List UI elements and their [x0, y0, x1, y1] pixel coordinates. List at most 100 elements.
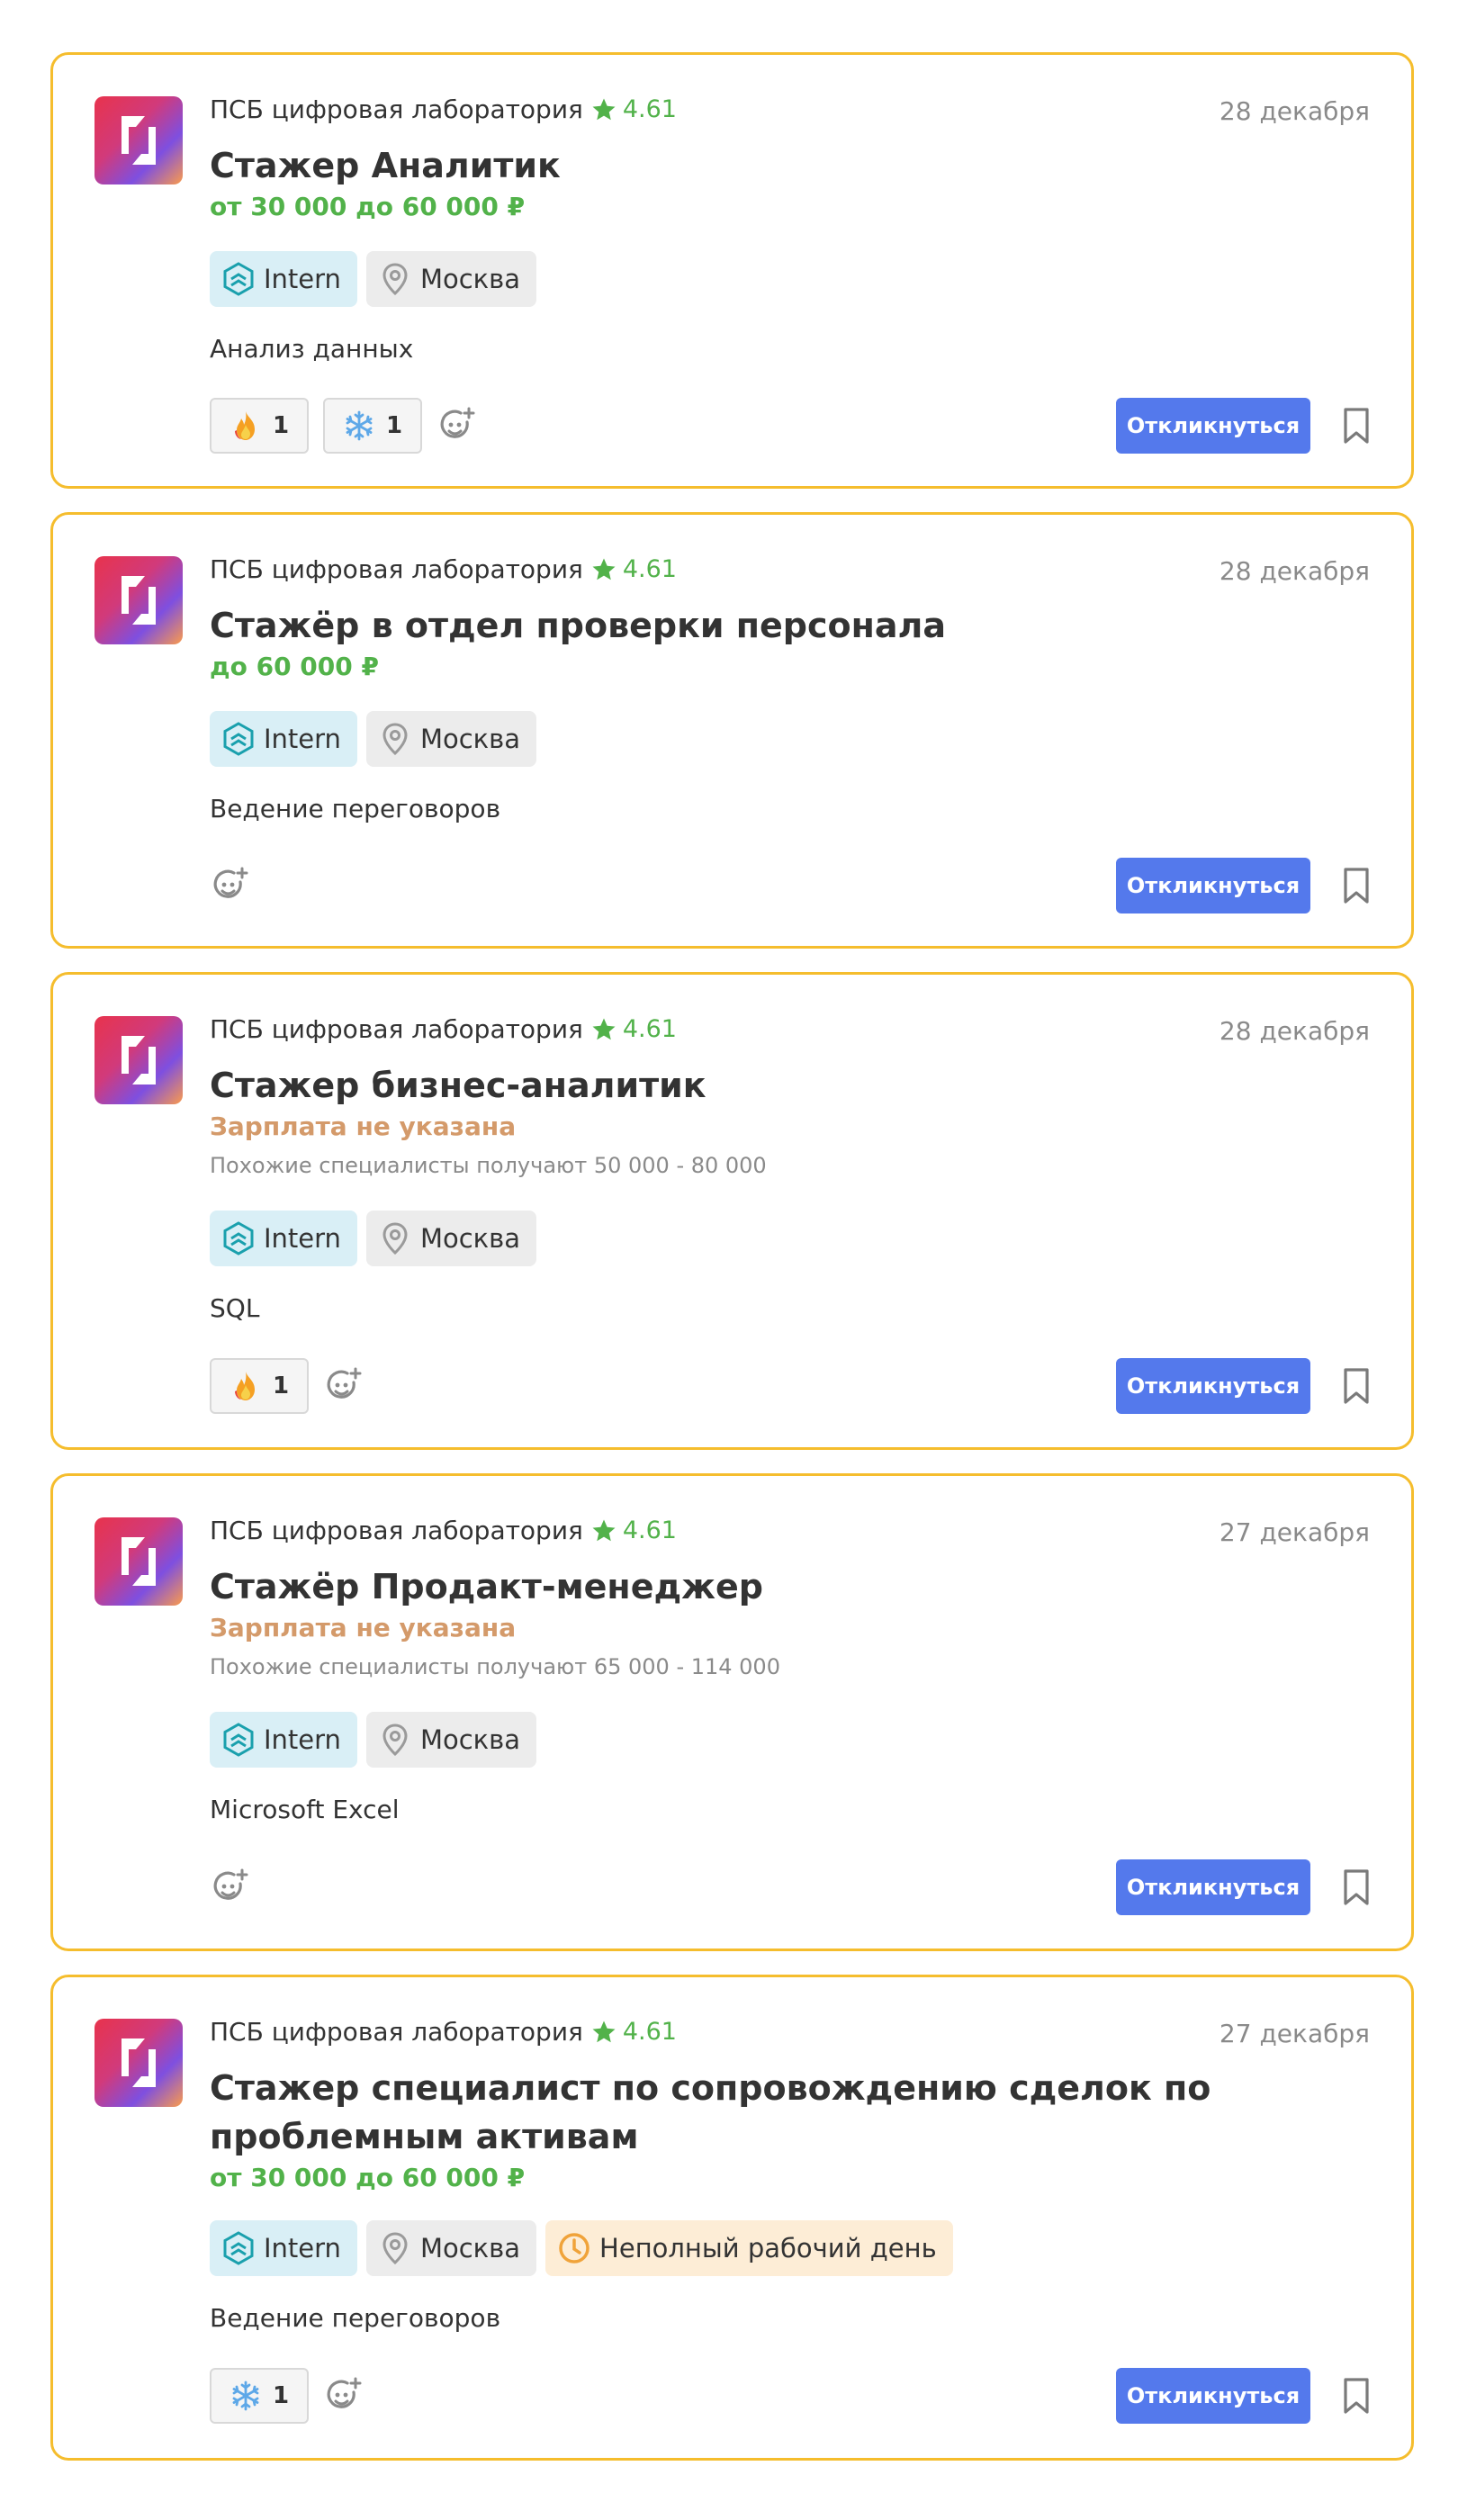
reaction-snowflake-button[interactable]: 1 — [323, 398, 422, 454]
reaction-fire-button[interactable]: 1 — [210, 398, 309, 454]
apply-button[interactable]: Откликнуться — [1116, 398, 1310, 454]
add-reaction-button[interactable] — [323, 1365, 364, 1407]
vacancy-card[interactable]: ПСБ цифровая лаборатория 4.61 28 декабря… — [50, 972, 1414, 1450]
vacancy-title[interactable]: Стажёр в отдел проверки персонала — [210, 601, 1344, 650]
tag-level-label: Intern — [264, 2233, 341, 2264]
rating-value: 4.61 — [622, 555, 677, 583]
tags-row: Intern Москва — [210, 1712, 537, 1768]
vacancy-title[interactable]: Стажёр Продакт-менеджер — [210, 1562, 1344, 1611]
vacancy-title[interactable]: Стажер бизнес-аналитик — [210, 1061, 1344, 1110]
reaction-count: 1 — [385, 412, 403, 439]
vacancy-card[interactable]: ПСБ цифровая лаборатория 4.61 28 декабря… — [50, 512, 1414, 949]
tag-city-label: Москва — [419, 1223, 521, 1254]
add-reaction-button[interactable] — [210, 858, 251, 914]
add-reaction-icon — [324, 1366, 364, 1406]
salary: от 30 000 до 60 000 ₽ — [210, 192, 526, 221]
reaction-fire-button[interactable]: 1 — [210, 1358, 309, 1414]
tag-city: Москва — [365, 2220, 537, 2276]
bookmark-button[interactable] — [1336, 858, 1376, 914]
fire-icon — [230, 410, 262, 442]
publish-date: 27 декабря — [1219, 1517, 1370, 1547]
company-name-row: ПСБ цифровая лаборатория 4.61 — [210, 554, 677, 584]
intern-level-icon — [220, 2230, 256, 2266]
tag-city: Москва — [365, 711, 537, 767]
rating-value: 4.61 — [622, 1516, 677, 1544]
tag-city-label: Москва — [419, 2233, 521, 2264]
add-reaction-icon — [211, 1868, 250, 1907]
apply-button[interactable]: Откликнуться — [1116, 858, 1310, 914]
tag-schedule: Неполный рабочий день — [545, 2220, 953, 2276]
tags-row: Intern Москва — [210, 711, 537, 767]
bookmark-button[interactable] — [1336, 1358, 1376, 1414]
add-reaction-button[interactable] — [436, 405, 478, 446]
tag-level: Intern — [210, 2220, 357, 2276]
add-reaction-icon — [437, 406, 477, 446]
reaction-count: 1 — [272, 1372, 290, 1400]
publish-date: 28 декабря — [1219, 556, 1370, 586]
company-rating: 4.61 — [590, 555, 677, 583]
apply-button[interactable]: Откликнуться — [1116, 2368, 1310, 2424]
tag-level: Intern — [210, 711, 357, 767]
reaction-snowflake-button[interactable]: 1 — [210, 2368, 309, 2424]
skill: Ведение переговоров — [210, 794, 501, 824]
company-name[interactable]: ПСБ цифровая лаборатория — [210, 94, 583, 124]
add-reaction-icon — [211, 866, 250, 905]
apply-button[interactable]: Откликнуться — [1116, 1859, 1310, 1915]
vacancy-card[interactable]: ПСБ цифровая лаборатория 4.61 27 декабря… — [50, 1473, 1414, 1951]
tags-row: Intern Москва Неполный рабочий день — [210, 2220, 953, 2276]
skill: Ведение переговоров — [210, 2303, 501, 2333]
location-pin-icon — [377, 1220, 413, 1256]
bookmark-button[interactable] — [1336, 2368, 1376, 2424]
reactions-row — [210, 858, 251, 914]
reactions-row: 1 1 — [210, 398, 478, 454]
intern-level-icon — [220, 721, 256, 757]
company-logo[interactable] — [94, 1016, 183, 1104]
vacancy-card[interactable]: ПСБ цифровая лаборатория 4.61 28 декабря… — [50, 52, 1414, 489]
tag-level: Intern — [210, 1712, 357, 1768]
bookmark-button[interactable] — [1336, 1859, 1376, 1915]
tags-row: Intern Москва — [210, 251, 537, 307]
company-logo[interactable] — [94, 1517, 183, 1606]
tag-city: Москва — [365, 1210, 537, 1266]
vacancy-title[interactable]: Стажер специалист по сопровождению сдело… — [210, 2064, 1344, 2161]
intern-level-icon — [220, 1220, 256, 1256]
bookmark-button[interactable] — [1336, 398, 1376, 454]
bookmark-icon — [1341, 1366, 1372, 1406]
similar-salary-hint: Похожие специалисты получают 65 000 - 11… — [210, 1654, 780, 1679]
skill: SQL — [210, 1293, 260, 1323]
tag-city-label: Москва — [419, 1724, 521, 1755]
reactions-row — [210, 1859, 251, 1915]
salary: до 60 000 ₽ — [210, 652, 379, 681]
vacancy-title[interactable]: Стажер Аналитик — [210, 141, 1344, 190]
tag-level-label: Intern — [264, 264, 341, 294]
company-name-row: ПСБ цифровая лаборатория 4.61 — [210, 1014, 677, 1044]
skill: Microsoft Excel — [210, 1795, 400, 1824]
company-name[interactable]: ПСБ цифровая лаборатория — [210, 2017, 583, 2047]
publish-date: 27 декабря — [1219, 2019, 1370, 2048]
add-reaction-button[interactable] — [323, 2375, 364, 2416]
company-name[interactable]: ПСБ цифровая лаборатория — [210, 554, 583, 584]
tags-row: Intern Москва — [210, 1210, 537, 1266]
tag-city: Москва — [365, 251, 537, 307]
bookmark-icon — [1341, 866, 1372, 905]
star-icon — [590, 96, 617, 123]
reaction-count: 1 — [272, 2382, 290, 2409]
company-logo[interactable] — [94, 96, 183, 184]
vacancy-card[interactable]: ПСБ цифровая лаборатория 4.61 27 декабря… — [50, 1975, 1414, 2461]
bookmark-icon — [1341, 1868, 1372, 1907]
publish-date: 28 декабря — [1219, 96, 1370, 126]
company-logo[interactable] — [94, 2019, 183, 2107]
company-name[interactable]: ПСБ цифровая лаборатория — [210, 1014, 583, 1044]
company-name[interactable]: ПСБ цифровая лаборатория — [210, 1516, 583, 1545]
bookmark-icon — [1341, 406, 1372, 446]
salary: Зарплата не указана — [210, 1613, 517, 1642]
add-reaction-icon — [324, 2376, 364, 2416]
snowflake-icon — [343, 410, 375, 442]
location-pin-icon — [377, 261, 413, 297]
intern-level-icon — [220, 261, 256, 297]
add-reaction-button[interactable] — [210, 1859, 251, 1915]
company-rating: 4.61 — [590, 1015, 677, 1043]
company-logo[interactable] — [94, 556, 183, 644]
skill: Анализ данных — [210, 334, 414, 364]
apply-button[interactable]: Откликнуться — [1116, 1358, 1310, 1414]
